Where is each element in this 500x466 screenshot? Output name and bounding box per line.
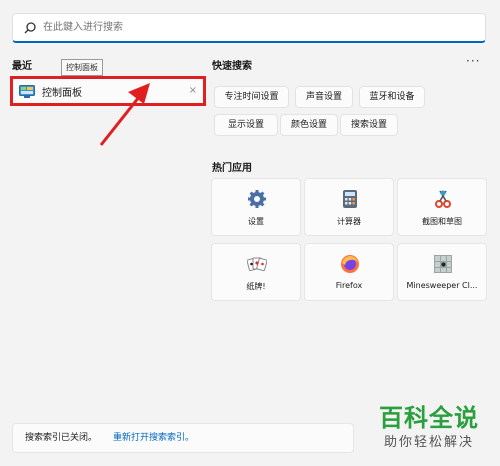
search-index-status: 搜索索引已关闭。 重新打开搜索索引。 bbox=[12, 423, 354, 453]
reopen-index-link[interactable]: 重新打开搜索索引。 bbox=[113, 433, 194, 443]
status-text: 搜索索引已关闭。 bbox=[25, 433, 98, 443]
app-tile-solitaire[interactable]: 纸牌! bbox=[211, 243, 301, 301]
quick-search-chip[interactable]: 搜索设置 bbox=[340, 114, 398, 136]
watermark-title: 百科全说 bbox=[379, 404, 479, 432]
watermark-subtitle: 助你轻松解决 bbox=[383, 435, 474, 450]
control-panel-icon bbox=[19, 84, 35, 98]
gear-icon bbox=[248, 190, 266, 208]
app-tile-label: 计算器 bbox=[337, 217, 361, 226]
app-tile-snipping-tool[interactable]: 截图和草图 bbox=[397, 178, 487, 236]
search-icon bbox=[24, 21, 36, 33]
app-tile-label: 截图和草图 bbox=[422, 217, 462, 226]
quick-search-chip[interactable]: 专注时间设置 bbox=[214, 86, 289, 108]
minesweeper-icon bbox=[434, 255, 452, 273]
quick-search-chip[interactable]: 颜色设置 bbox=[280, 114, 338, 136]
app-tile-minesweeper[interactable]: Minesweeper Cl... bbox=[397, 243, 487, 301]
top-apps-title: 热门应用 bbox=[212, 163, 252, 174]
recent-item-label: 控制面板 bbox=[42, 87, 82, 99]
calculator-icon bbox=[343, 190, 357, 208]
search-input[interactable] bbox=[41, 21, 485, 34]
quick-search-chip[interactable]: 声音设置 bbox=[295, 86, 353, 108]
app-tile-calculator[interactable]: 计算器 bbox=[304, 178, 394, 236]
quick-search-chip[interactable]: 蓝牙和设备 bbox=[359, 86, 425, 108]
more-icon[interactable]: ··· bbox=[466, 54, 480, 68]
close-icon[interactable]: × bbox=[189, 85, 197, 96]
quick-search-chip[interactable]: 显示设置 bbox=[214, 114, 278, 136]
watermark: 百科全说 助你轻松解决 bbox=[364, 403, 494, 461]
search-box[interactable] bbox=[12, 13, 486, 43]
app-tile-settings[interactable]: 设置 bbox=[211, 178, 301, 236]
tooltip: 控制面板 bbox=[61, 59, 103, 76]
cards-icon bbox=[247, 257, 267, 272]
app-tile-label: 设置 bbox=[248, 217, 264, 226]
app-tile-label: Firefox bbox=[335, 281, 363, 290]
snipping-tool-icon bbox=[435, 190, 451, 208]
app-tile-firefox[interactable]: Firefox bbox=[304, 243, 394, 301]
quick-search-title: 快速搜索 bbox=[212, 61, 252, 72]
recent-title: 最近 bbox=[12, 61, 32, 72]
firefox-icon bbox=[341, 255, 359, 273]
app-tile-label: Minesweeper Cl... bbox=[406, 281, 478, 290]
recent-item-control-panel[interactable]: 控制面板 × bbox=[10, 76, 206, 106]
app-tile-label: 纸牌! bbox=[246, 282, 266, 291]
